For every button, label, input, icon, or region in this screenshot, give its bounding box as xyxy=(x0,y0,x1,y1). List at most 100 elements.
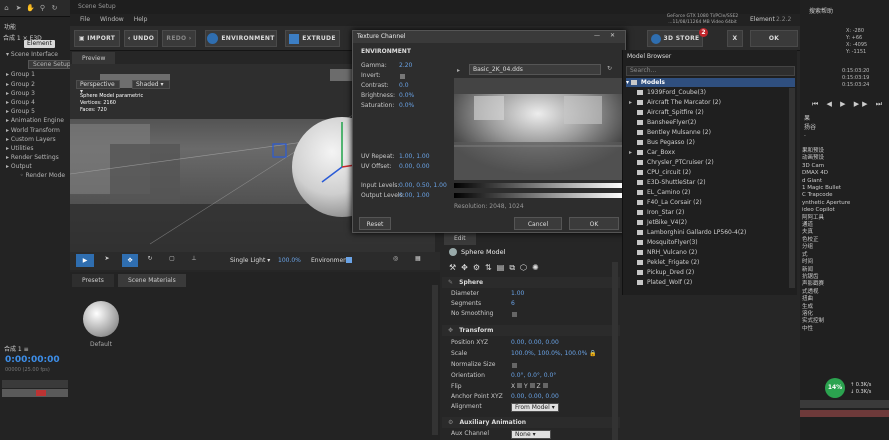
distribute-icon[interactable]: ⇅ xyxy=(485,263,492,272)
uvoffset-value[interactable]: 0.00, 0.00 xyxy=(399,162,430,172)
timecode[interactable]: 0:00:00:00 xyxy=(5,355,60,365)
model-list-item[interactable]: EL_Camino (2) xyxy=(629,188,793,198)
layer-row[interactable] xyxy=(2,380,68,388)
tree-item[interactable]: ▾ Scene Interface xyxy=(6,50,70,59)
diameter-value[interactable]: 1.00 xyxy=(511,289,524,299)
model-search-field[interactable]: Search... xyxy=(626,66,795,76)
effect-category[interactable]: 式 xyxy=(802,252,850,259)
wrench-icon[interactable]: ⚒ xyxy=(449,263,456,272)
model-list-item[interactable]: CPU_circuit (2) xyxy=(629,168,793,178)
light-percent[interactable]: 100.0% xyxy=(278,257,301,264)
output-levels-slider[interactable] xyxy=(454,193,622,198)
effect-category[interactable]: 1 Magic Bullet xyxy=(802,185,850,192)
environment-button[interactable]: ENVIRONMENT xyxy=(205,30,277,47)
input-levels-value[interactable]: 0.00, 0.50, 1.00 xyxy=(399,181,447,191)
select-tool-icon[interactable]: ➤ xyxy=(101,255,113,267)
layer-row-selected[interactable] xyxy=(2,389,68,397)
pivot-tool-icon[interactable]: ⊥ xyxy=(188,255,200,267)
effect-category[interactable]: 新闻 xyxy=(802,267,850,274)
effect-category[interactable]: 实式控制 xyxy=(802,318,850,325)
tab-scene-materials[interactable]: Scene Materials xyxy=(118,274,186,287)
aux-channel-dropdown[interactable]: None ▾ xyxy=(511,430,551,439)
segments-value[interactable]: 6 xyxy=(511,299,515,309)
tree-item[interactable]: ▸ Render Settings xyxy=(6,153,70,162)
model-list-item[interactable]: Iron_Star (2) xyxy=(629,208,793,218)
tree-item[interactable]: ▸ Animation Engine xyxy=(6,116,70,125)
tree-item[interactable]: ▸ Output xyxy=(6,162,70,171)
shading-dropdown[interactable]: Shaded ▾ xyxy=(132,80,170,89)
model-list-item[interactable]: Bentley Mulsanne (2) xyxy=(629,128,793,138)
effect-category[interactable]: d Giant xyxy=(802,178,850,185)
effect-category[interactable]: C Trapcode xyxy=(802,192,850,199)
extrude-button[interactable]: EXTRUDE xyxy=(285,30,340,47)
cancel-button[interactable]: Cancel xyxy=(514,217,562,230)
tab-edit[interactable]: Edit xyxy=(444,232,476,245)
close-button[interactable]: X xyxy=(727,30,743,47)
effect-category[interactable]: 中性 xyxy=(802,326,850,333)
move-icon[interactable]: ✥ xyxy=(461,263,468,272)
tree-item[interactable]: ▸ World Transform xyxy=(6,126,70,135)
store-button[interactable]: 3D STORE xyxy=(647,30,703,47)
model-list-item[interactable]: Aircraft_Spitfire (2) xyxy=(629,108,793,118)
pivot-icon[interactable]: ⚙ xyxy=(473,263,480,272)
tree-item[interactable]: ▸ Custom Layers xyxy=(6,135,70,144)
reset-button[interactable]: Reset xyxy=(359,217,391,230)
output-levels-value[interactable]: 0.00, 1.00 xyxy=(399,191,430,201)
environment-checkbox[interactable] xyxy=(346,257,352,263)
model-list-item[interactable]: Plated_Wolf (2) xyxy=(629,278,793,288)
zoom-icon[interactable]: ⚲ xyxy=(38,4,47,13)
model-browser-scrollbar[interactable] xyxy=(789,88,795,288)
layer-badge[interactable]: Element xyxy=(24,40,55,48)
saturation-value[interactable]: 0.0% xyxy=(399,101,414,111)
hand-icon[interactable]: ✋ xyxy=(26,4,35,13)
tab-presets[interactable]: Presets xyxy=(72,274,114,287)
camera-tool-icon[interactable]: ▶ xyxy=(76,254,94,267)
tree-item[interactable]: ▸ Group 3 xyxy=(6,89,70,98)
effect-category[interactable]: 夫真 xyxy=(802,229,850,236)
model-list-item[interactable]: NRH_Vulcano (2) xyxy=(629,248,793,258)
search-help[interactable]: 搜索帮助 xyxy=(809,6,833,15)
model-list-item[interactable]: Bus Pegasso (2) xyxy=(629,138,793,148)
anchor-value[interactable]: 0.00, 0.00, 0.00 xyxy=(511,392,559,402)
timeline-bar[interactable] xyxy=(800,400,889,408)
orientation-value[interactable]: 0.0°, 0.0°, 0.0° xyxy=(511,371,556,381)
effect-category[interactable]: 动画预设 xyxy=(802,155,850,162)
move-tool-icon[interactable]: ✥ xyxy=(122,254,138,267)
model-list-item[interactable]: BansheeFlyer(2) xyxy=(629,118,793,128)
tree-item[interactable]: ▸ Group 4 xyxy=(6,98,70,107)
rotate-tool-icon[interactable]: ↻ xyxy=(144,255,156,267)
group-icon[interactable]: ▤ xyxy=(497,263,505,272)
redo-button[interactable]: REDO › xyxy=(162,30,196,47)
effect-category[interactable]: 3D Cam xyxy=(802,163,850,170)
import-button[interactable]: ▣ IMPORT xyxy=(74,30,120,47)
timeline-tab[interactable]: 合成 1 ≡ xyxy=(4,344,29,353)
menu-window[interactable]: Window xyxy=(100,16,124,23)
nosmooth-checkbox[interactable] xyxy=(512,312,517,317)
tree-item[interactable]: ▸ Group 5 xyxy=(6,107,70,116)
effect-category[interactable]: 阿阿工具 xyxy=(802,215,850,222)
edit-scrollbar[interactable] xyxy=(612,262,618,440)
dialog-close[interactable]: ✕ xyxy=(610,32,615,39)
undo-button[interactable]: ‹ UNDO xyxy=(124,30,158,47)
ok-button[interactable]: OK xyxy=(750,30,798,47)
position-value[interactable]: 0.00, 0.00, 0.00 xyxy=(511,338,559,348)
model-list-item[interactable]: Chrysler_PTCruiser (2) xyxy=(629,158,793,168)
menu-help[interactable]: Help xyxy=(134,16,148,23)
models-root[interactable]: ▾ Models xyxy=(626,78,795,87)
model-list-item[interactable]: 1939Ford_Coube(3) xyxy=(629,88,793,98)
model-list-item[interactable]: Pickup_Dred (2) xyxy=(629,268,793,278)
flip-checkboxes[interactable]: X Y Z xyxy=(511,382,548,392)
settings-icon[interactable]: ✺ xyxy=(532,263,539,272)
effect-category[interactable]: 声影戳赛 xyxy=(802,281,850,288)
tree-item[interactable]: ▸ Utilities xyxy=(6,144,70,153)
playback-controls[interactable]: ⏮ ◀ ▶ ▶▶ ⏭ xyxy=(812,100,885,109)
work-area-bar[interactable] xyxy=(800,410,889,417)
deform-icon[interactable]: ⬡ xyxy=(520,263,527,272)
dialog-minimize[interactable]: — xyxy=(594,32,600,39)
effect-category[interactable]: 分组 xyxy=(802,244,850,251)
effect-category[interactable]: DMAX 4D xyxy=(802,170,850,177)
tree-item[interactable]: ▸ Group 1 xyxy=(6,70,70,79)
invert-checkbox[interactable] xyxy=(400,74,405,79)
light-mode-dropdown[interactable]: Single Light ▾ xyxy=(230,257,270,264)
presets-scrollbar[interactable] xyxy=(432,285,438,435)
